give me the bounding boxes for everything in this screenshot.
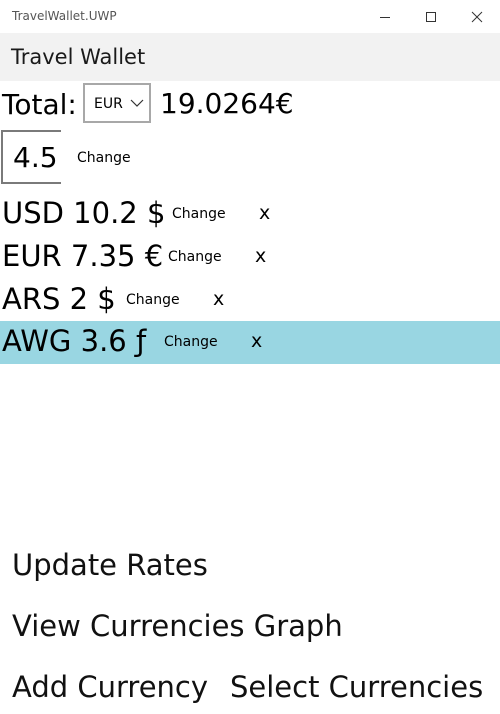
remove-button[interactable]: x [259,202,270,224]
total-value: 19.0264€ [160,87,294,120]
select-currencies-button[interactable]: Select Currencies [230,670,483,704]
currency-row-usd[interactable]: USD 10.2 $ Change x [0,193,500,236]
change-button[interactable]: Change [168,249,222,265]
add-currency-button[interactable]: Add Currency [12,670,208,704]
currency-label: ARS 2 $ [2,282,116,316]
amount-input[interactable]: 4.5 [1,130,61,184]
minimize-button[interactable] [362,0,408,33]
amount-input-value: 4.5 [13,141,58,174]
currency-label: EUR 7.35 € [2,239,164,273]
currency-label: USD 10.2 $ [2,196,166,230]
page-title: Travel Wallet [11,45,146,69]
currency-row-eur[interactable]: EUR 7.35 € Change x [0,236,500,279]
app-header: Travel Wallet [0,33,500,81]
view-currencies-graph-button[interactable]: View Currencies Graph [12,609,343,643]
currency-select-value: EUR [94,96,123,112]
close-icon [471,11,483,22]
maximize-icon [426,11,436,22]
change-button[interactable]: Change [172,206,226,222]
total-label: Total: [2,88,77,121]
change-button[interactable]: Change [164,334,218,350]
remove-button[interactable]: x [213,288,224,310]
chevron-down-icon [130,99,144,107]
currency-select[interactable]: EUR [83,83,151,123]
maximize-button[interactable] [408,0,454,33]
currency-label: AWG 3.6 ƒ [2,324,147,358]
title-bar: TravelWallet.UWP [0,0,500,33]
change-amount-button[interactable]: Change [77,150,131,166]
amount-row: 4.5 Change [0,130,500,185]
minimize-icon [380,16,390,18]
close-button[interactable] [454,0,500,33]
window-title: TravelWallet.UWP [12,9,117,23]
change-button[interactable]: Change [126,292,180,308]
currency-row-ars[interactable]: ARS 2 $ Change x [0,279,500,322]
remove-button[interactable]: x [251,330,262,352]
total-row: Total: EUR 19.0264€ [0,82,500,126]
currency-row-awg[interactable]: AWG 3.6 ƒ Change x [0,321,500,364]
update-rates-button[interactable]: Update Rates [12,548,208,582]
remove-button[interactable]: x [255,245,266,267]
